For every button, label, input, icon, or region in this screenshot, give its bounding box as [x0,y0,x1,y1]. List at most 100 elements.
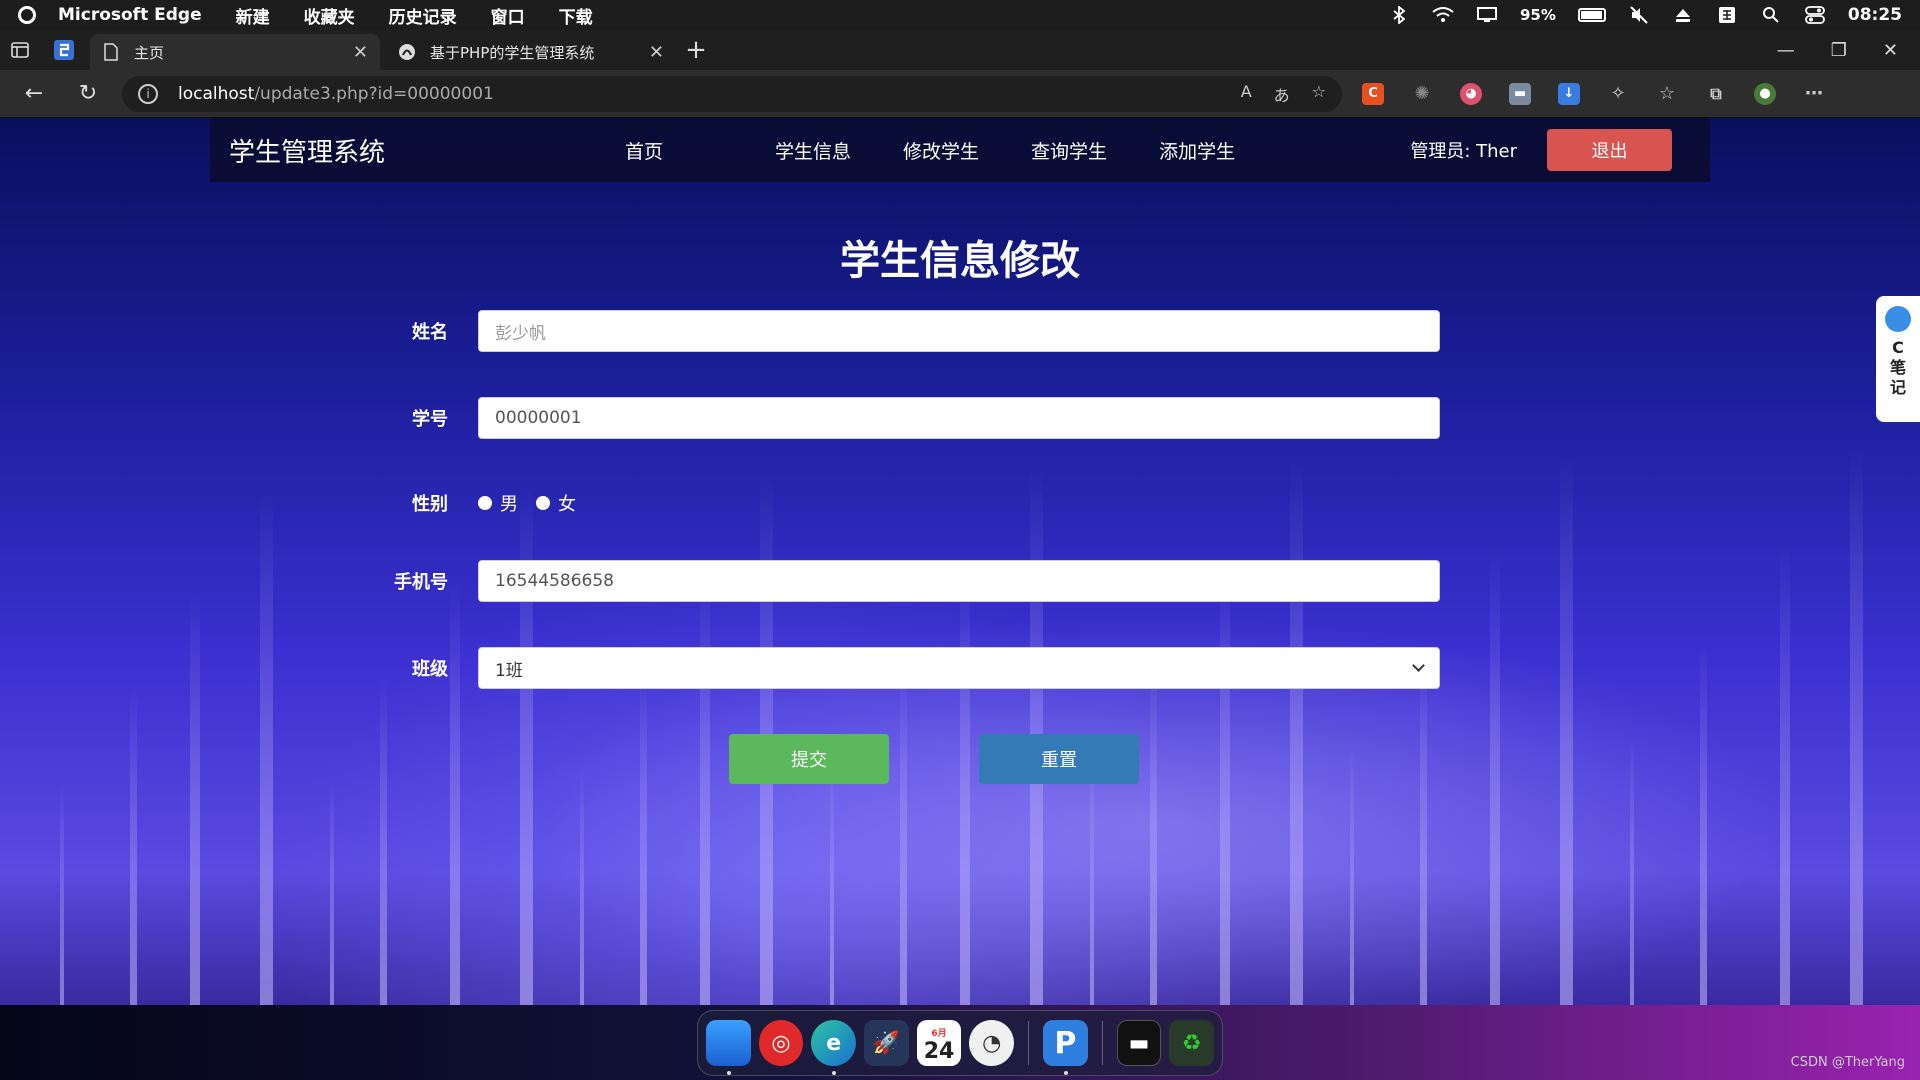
menu-favorites[interactable]: 收藏夹 [304,3,355,28]
nav-edit-student[interactable]: 修改学生 [877,137,1005,164]
wifi-icon[interactable] [1432,5,1454,25]
battery-icon[interactable] [1577,8,1606,22]
light-streak [1850,446,1863,1005]
form-row-id: 学号 00000001 [370,397,1440,439]
reload-icon[interactable]: ↻ [68,74,108,114]
finder-icon[interactable] [706,1020,751,1075]
edge-browser-icon[interactable]: e [811,1020,857,1075]
dock-separator [1028,1021,1029,1065]
system-menu-bar: Microsoft Edge 新建 收藏夹 历史记录 窗口 下载 95% 08:… [0,0,1920,30]
clock-app-icon[interactable]: ◔ [969,1020,1015,1066]
calendar-day: 24 [923,1039,955,1064]
gender-radio-group: 男 女 [478,490,594,516]
url-path: /update3.php?id=00000001 [254,83,494,104]
launchpad-icon[interactable]: 🚀 [864,1020,909,1066]
favicon-icon [398,43,416,61]
translate-icon[interactable]: あ [1274,82,1290,106]
favorites-icon[interactable]: ☆ [1656,83,1678,105]
gender-male-radio[interactable] [478,496,492,510]
desktop-dock-area: ◎ e 🚀 6月 24 ◔ P ▬ ♻ CSDN @TherYang [0,1005,1920,1080]
p-app-icon[interactable]: P [1043,1020,1088,1075]
recycle-bin-icon[interactable]: ♻ [1169,1020,1215,1066]
light-streak [830,761,834,1005]
site-info-icon[interactable]: i [138,83,158,104]
nav-query-student[interactable]: 查询学生 [1005,137,1133,164]
light-streak [190,591,200,1005]
netease-music-icon[interactable]: ◎ [758,1020,804,1066]
class-select[interactable]: 1班 [478,647,1440,689]
close-window-icon[interactable]: ✕ [1883,40,1898,61]
clock: 08:25 [1847,5,1902,25]
more-menu-icon[interactable]: ⋯ [1803,83,1825,105]
workspace-icon[interactable] [44,30,84,70]
input-method-icon[interactable] [1716,5,1738,25]
menu-history[interactable]: 历史记录 [389,3,457,28]
site-brand[interactable]: 学生管理系统 [229,132,599,169]
light-streak [1490,551,1500,1005]
control-center-icon[interactable] [1804,5,1826,25]
minimize-icon[interactable]: — [1777,40,1795,61]
student-id-label: 学号 [412,409,448,430]
back-icon[interactable]: ← [14,74,54,114]
display-icon[interactable] [1476,5,1498,25]
tab-home[interactable]: 主页 ✕ [90,34,380,70]
light-streak [380,680,387,1005]
download-extension-icon[interactable]: ↓ [1558,82,1580,105]
gender-female-label[interactable]: 女 [558,490,576,516]
light-streak [900,664,907,1005]
nav-home[interactable]: 首页 [599,137,749,164]
calendar-icon[interactable]: 6月 24 [916,1020,962,1066]
name-input[interactable]: 彭少帆 [478,310,1440,352]
dock: ◎ e 🚀 6月 24 ◔ P ▬ ♻ [697,1010,1223,1076]
light-streak [60,785,64,1005]
menu-downloads[interactable]: 下载 [559,3,593,28]
csdn-notes-widget[interactable]: C 笔 记 [1876,296,1920,422]
light-streak [640,672,647,1005]
terminal-icon[interactable]: ▬ [1116,1020,1162,1066]
profile-avatar-icon[interactable]: ● [1754,82,1776,105]
close-tab-icon[interactable]: ✕ [649,42,664,63]
read-aloud-icon[interactable]: A [1241,82,1252,106]
mute-icon[interactable] [1628,5,1650,25]
light-streak [330,777,334,1005]
light-streak [260,494,273,1005]
submit-button[interactable]: 提交 [729,734,889,784]
gear-extension-icon[interactable]: ✺ [1411,83,1433,105]
close-tab-icon[interactable]: ✕ [353,42,368,63]
collections-icon[interactable]: ⧉ [1705,83,1727,105]
light-streak [960,567,970,1005]
light-streak [1700,640,1707,1005]
search-icon[interactable] [1760,5,1782,25]
bluetooth-icon[interactable] [1388,5,1410,25]
tab-title: 主页 [134,43,165,62]
tab-actions-icon[interactable] [0,30,40,70]
phone-input[interactable]: 16544586658 [478,560,1440,602]
gender-female-radio[interactable] [536,496,550,510]
menu-app-name[interactable]: Microsoft Edge [58,5,202,25]
menu-new[interactable]: 新建 [236,3,270,28]
site-nav: 首页 学生信息 修改学生 查询学生 添加学生 [599,137,1261,164]
extensions-icon[interactable]: ✧ [1607,83,1629,105]
dock-separator [1101,1021,1103,1065]
csdn-extension-icon[interactable]: C [1362,82,1384,105]
restore-icon[interactable]: ❐ [1831,40,1847,61]
logout-button[interactable]: 退出 [1547,129,1672,171]
page-icon [102,43,120,61]
cat-extension-icon[interactable]: ◕ [1460,82,1482,105]
gender-label: 性别 [412,494,448,515]
menu-window[interactable]: 窗口 [491,3,525,28]
student-id-input[interactable]: 00000001 [478,397,1440,439]
nav-add-student[interactable]: 添加学生 [1133,137,1261,164]
nav-student-info[interactable]: 学生信息 [749,137,877,164]
reset-button[interactable]: 重置 [979,734,1139,784]
gender-male-label[interactable]: 男 [500,490,518,516]
eject-icon[interactable] [1672,5,1694,25]
add-favorite-icon[interactable]: ☆ [1312,82,1326,106]
chat-extension-icon[interactable]: ▬ [1509,82,1531,105]
new-tab-icon[interactable]: + [676,30,716,70]
address-bar[interactable]: i localhost/update3.php?id=00000001 A あ … [122,75,1342,112]
apple-menu-icon[interactable] [18,6,36,24]
tab-student-system[interactable]: 基于PHP的学生管理系统 ✕ [386,34,676,70]
browser-tab-strip: 主页 ✕ 基于PHP的学生管理系统 ✕ + — ❐ ✕ [0,30,1920,70]
tab-title: 基于PHP的学生管理系统 [430,43,595,62]
